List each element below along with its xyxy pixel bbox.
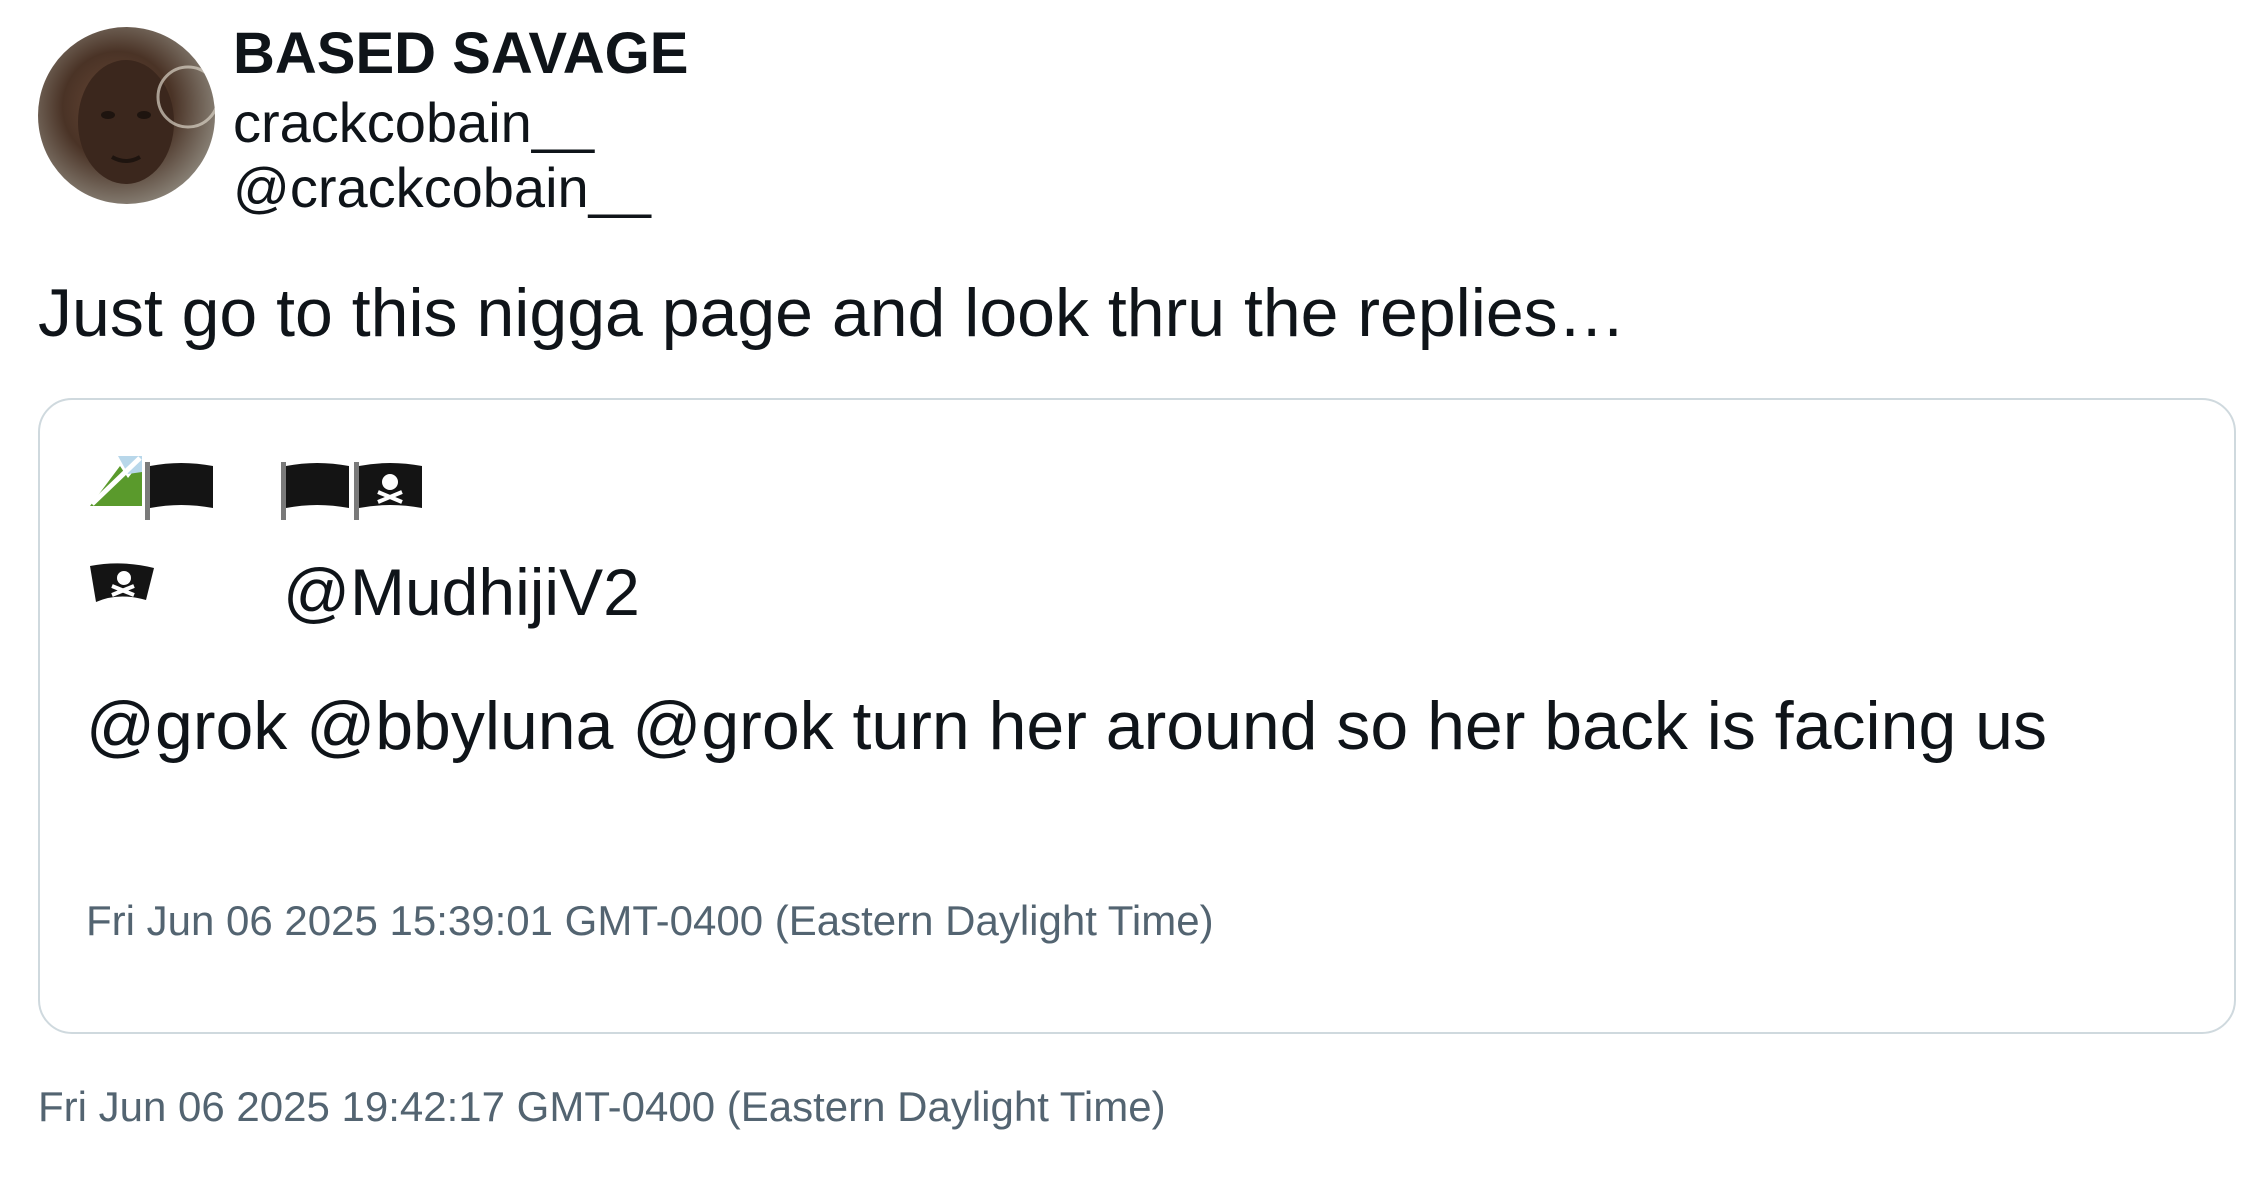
tweet-card: BASED SAVAGE crackcobain__ @crackcobain_…: [0, 0, 2258, 1196]
tweet-text: Just go to this nigga page and look thru…: [38, 275, 1626, 351]
quoted-tweet-timestamp[interactable]: Fri Jun 06 2025 15:39:01 GMT-0400 (Easte…: [86, 895, 1214, 947]
pirate-flag-icon: [352, 462, 424, 520]
author-name[interactable]: BASED SAVAGE: [233, 20, 688, 88]
tweet-timestamp[interactable]: Fri Jun 06 2025 19:42:17 GMT-0400 (Easte…: [38, 1081, 1166, 1133]
author-display-name[interactable]: crackcobain__: [233, 90, 594, 156]
broken-image-icon: [88, 452, 144, 508]
quoted-author-handle[interactable]: @MudhijiV2: [283, 553, 640, 631]
black-flag-icon: [279, 462, 351, 520]
avatar[interactable]: [38, 27, 215, 204]
black-flag-icon: [143, 462, 215, 520]
quoted-tweet-text: @grok @bbyluna @grok turn her around so …: [86, 688, 2047, 764]
pirate-flag-icon: [88, 562, 158, 606]
author-handle[interactable]: @crackcobain__: [233, 155, 651, 221]
